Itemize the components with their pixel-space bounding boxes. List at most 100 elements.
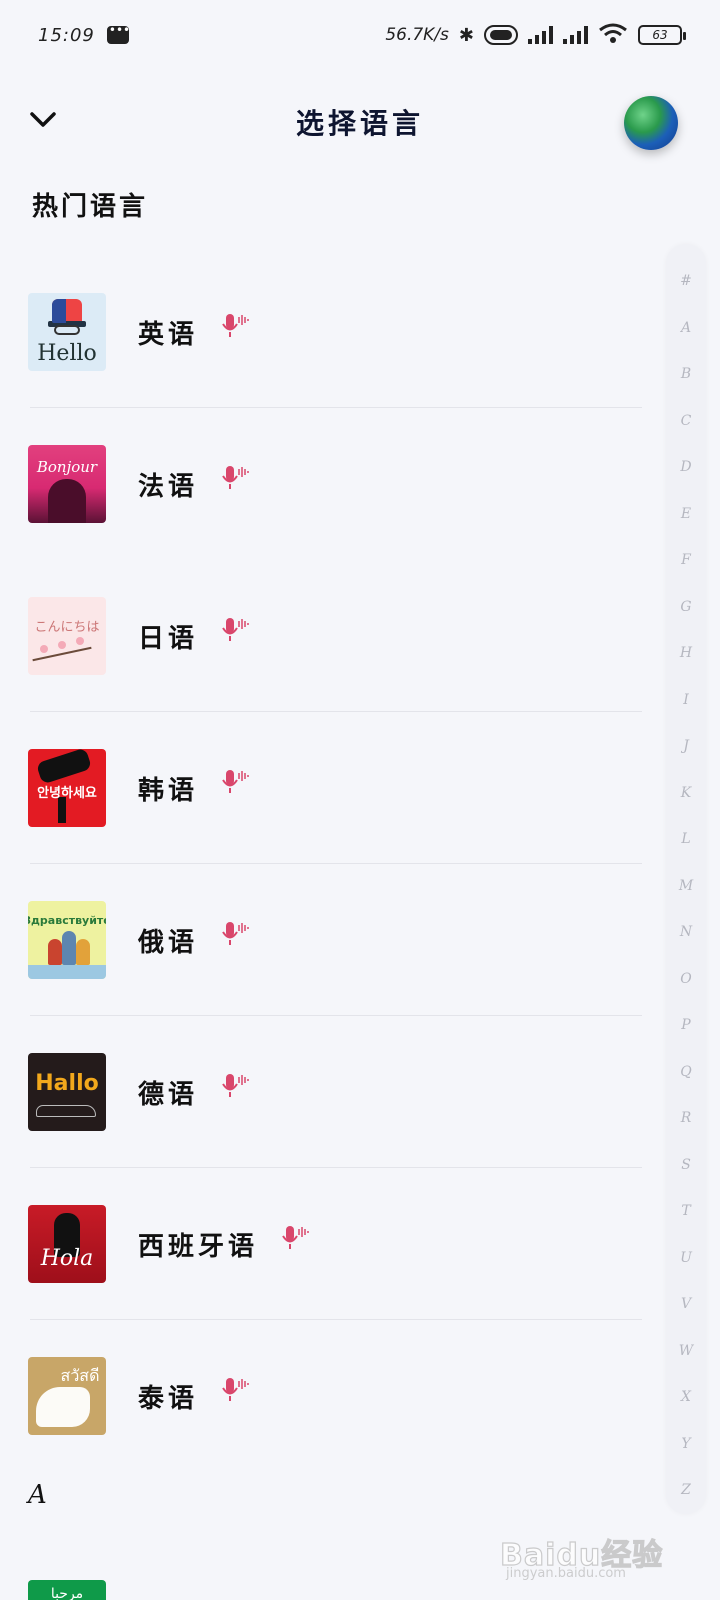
language-name: 日语	[138, 623, 199, 654]
thumb-text: สวัสดี	[60, 1365, 100, 1385]
bluetooth-icon: ✱	[458, 24, 474, 46]
network-speed: 56.7K/s	[385, 25, 449, 45]
index-letter[interactable]: X	[681, 1374, 691, 1421]
index-letter[interactable]: E	[681, 491, 691, 538]
language-name: 德语	[138, 1079, 199, 1110]
spanish-thumb: Hola	[28, 1205, 106, 1283]
index-letter[interactable]: V	[681, 1281, 691, 1328]
index-letter[interactable]: H	[680, 630, 692, 677]
car-outline-icon	[36, 1105, 96, 1117]
signal-hd-icon	[528, 26, 553, 44]
thai-thumb: สวัสดี	[28, 1357, 106, 1435]
language-row-japanese[interactable]: こんにちは 日语	[0, 560, 660, 712]
battery-icon: 63	[638, 25, 686, 45]
ground-icon	[28, 965, 106, 979]
couple-silhouette-icon	[48, 479, 86, 523]
section-header-a: A	[28, 1480, 47, 1510]
thumb-text: Bonjour	[36, 458, 98, 476]
page-title: 选择语言	[295, 107, 424, 140]
index-letter[interactable]: W	[679, 1328, 693, 1375]
voice-mic-icon	[222, 314, 249, 337]
language-row-german[interactable]: Hallo 德语	[0, 1016, 660, 1168]
index-letter[interactable]: C	[681, 398, 692, 445]
baidu-watermark: Baidu经验 jingyan.baidu.com	[499, 1524, 670, 1584]
language-name: 西班牙语	[138, 1231, 259, 1262]
korean-thumb: 안녕하세요	[28, 749, 106, 827]
index-letter[interactable]: B	[681, 351, 691, 398]
index-letter[interactable]: U	[680, 1235, 692, 1282]
message-icon	[106, 23, 130, 44]
language-row-english[interactable]: Hello 英语	[0, 256, 660, 408]
language-row-thai[interactable]: สวัสดี 泰语	[0, 1320, 660, 1472]
language-row-korean[interactable]: 안녕하세요 韩语	[0, 712, 660, 864]
index-letter[interactable]: T	[681, 1188, 690, 1235]
russian-thumb: Здравствуйте	[28, 901, 106, 979]
index-letter[interactable]: J	[683, 723, 689, 770]
blossom-icon	[58, 641, 66, 649]
language-list: Hello 英语 Bonjour 法语 こんにちは 日语 안녕하세요 韩语 др…	[0, 256, 660, 1472]
dance-hand-icon	[36, 1387, 90, 1427]
index-letter[interactable]: Q	[680, 1049, 691, 1096]
alphabet-index[interactable]: # A B C D E F G H I J K L M N O P Q R S T U V W X Y Z	[666, 244, 706, 1514]
french-thumb: Bonjour	[28, 445, 106, 523]
thumb-text: Hola	[40, 1245, 94, 1271]
language-name: 俄语	[138, 927, 199, 958]
german-thumb: Hallo	[28, 1053, 106, 1131]
japanese-thumb: こんにちは	[28, 597, 106, 675]
section-header-hot: 热门语言	[32, 192, 149, 222]
index-letter[interactable]: Y	[681, 1421, 690, 1468]
status-right: 56.7K/s ✱ 63	[385, 22, 686, 49]
index-letter[interactable]: N	[680, 909, 692, 956]
index-letter[interactable]: D	[680, 444, 691, 491]
blossom-icon	[76, 637, 84, 645]
index-letter[interactable]: M	[679, 863, 693, 910]
thumb-text: こんにちは	[34, 619, 100, 635]
dome-icon	[62, 931, 76, 965]
index-letter[interactable]: L	[681, 816, 690, 863]
language-row-russian[interactable]: Здравствуйте 俄语	[0, 864, 660, 1016]
index-letter[interactable]: O	[680, 956, 691, 1003]
index-letter[interactable]: F	[681, 537, 691, 584]
thumb-text: Здравствуйте	[28, 913, 106, 927]
language-row-spanish[interactable]: Hola 西班牙语	[0, 1168, 660, 1320]
index-letter[interactable]: P	[681, 1002, 690, 1049]
voice-mic-icon	[222, 1074, 249, 1097]
dome-icon	[48, 939, 62, 965]
thumb-text: Hello	[37, 340, 97, 366]
arabic-thumb: مرحبا	[28, 1580, 106, 1600]
hat-icon	[48, 299, 86, 327]
signal-icon	[563, 26, 588, 44]
language-name: 法语	[138, 471, 199, 502]
header: 选择语言	[0, 88, 720, 154]
voice-mic-icon	[282, 1226, 309, 1249]
thumb-text: مرحبا	[50, 1586, 84, 1600]
index-letter[interactable]: A	[681, 305, 691, 352]
voice-mic-icon	[222, 466, 249, 489]
index-letter[interactable]: K	[681, 770, 691, 817]
language-name: 韩语	[138, 775, 199, 806]
thumb-text: 안녕하세요	[37, 785, 97, 801]
kick-silhouette-icon	[35, 749, 93, 785]
status-time: 15:09	[38, 24, 95, 46]
english-thumb: Hello	[28, 293, 106, 371]
globe-icon[interactable]	[624, 96, 678, 150]
voice-mic-icon	[222, 922, 249, 945]
language-row-french[interactable]: Bonjour 法语	[0, 408, 660, 560]
index-letter[interactable]: S	[681, 1142, 691, 1189]
glasses-icon	[54, 325, 80, 335]
vibrate-icon	[484, 25, 518, 45]
thumb-text: Hallo	[35, 1070, 99, 1096]
status-bar: 15:09 56.7K/s ✱ 63	[0, 0, 720, 70]
index-letter[interactable]: R	[681, 1095, 692, 1142]
index-letter[interactable]: G	[680, 584, 691, 631]
dome-icon	[76, 939, 90, 965]
leg-silhouette-icon	[58, 797, 66, 823]
language-name: 泰语	[138, 1383, 199, 1414]
voice-mic-icon	[222, 770, 249, 793]
language-row-arabic[interactable]: مرحبا	[28, 1580, 106, 1600]
voice-mic-icon	[222, 1378, 249, 1401]
index-letter[interactable]: I	[683, 677, 689, 724]
wifi-icon	[598, 22, 628, 49]
index-letter[interactable]: #	[680, 258, 692, 305]
index-letter[interactable]: Z	[681, 1467, 691, 1514]
